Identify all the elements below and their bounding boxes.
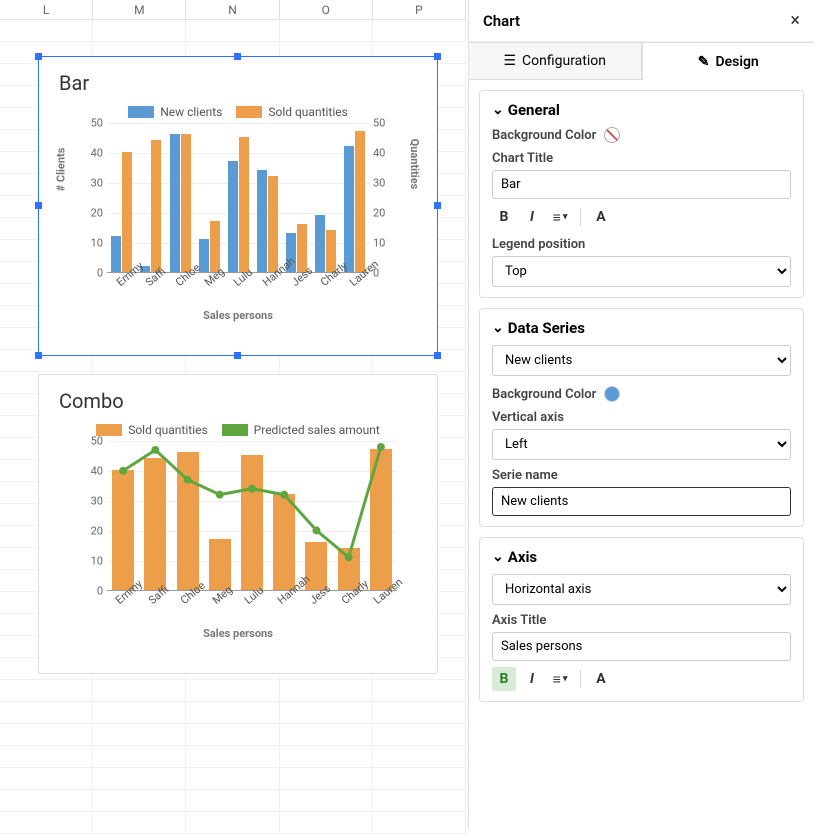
y-axis-label: # Clients (55, 148, 68, 192)
legend-label: Predicted sales amount (254, 423, 380, 437)
vaxis-label: Vertical axis (492, 410, 791, 425)
tab-design[interactable]: ✎ Design (642, 42, 814, 80)
chart-title: Combo (39, 375, 437, 419)
italic-button[interactable]: I (520, 205, 544, 229)
panel-tabs: ☰ Configuration ✎ Design (469, 42, 814, 80)
tab-label: Configuration (522, 53, 606, 69)
serie-name-input[interactable] (492, 487, 791, 516)
align-button[interactable]: ≡▾ (548, 205, 572, 229)
panel-header: Chart × (469, 0, 814, 42)
axis-select[interactable]: Horizontal axis (492, 574, 791, 605)
col-header[interactable]: P (373, 0, 466, 19)
resize-handle[interactable] (434, 202, 441, 209)
section-axis: Axis Horizontal axis Axis Title B I ≡▾ A (479, 537, 804, 702)
section-toggle[interactable]: Data Series (492, 319, 791, 337)
resize-handle[interactable] (434, 352, 441, 359)
text-format-toolbar: B I ≡▾ A (492, 205, 791, 229)
legend-pos-select[interactable]: Top (492, 256, 791, 287)
chart-title: Bar (39, 57, 437, 101)
col-header[interactable]: N (186, 0, 279, 19)
panel-title: Chart (483, 12, 520, 30)
resize-handle[interactable] (234, 53, 241, 60)
spreadsheet-grid[interactable]: L M N O P Bar New clients Sold quantitie… (0, 0, 466, 830)
chart-title-input[interactable] (492, 170, 791, 199)
chart-plot-area: 01020304050 EmmySaffiChloeMegLuluHannahJ… (59, 441, 417, 591)
align-button[interactable]: ≡▾ (548, 667, 572, 691)
text-color-button[interactable]: A (589, 205, 613, 229)
section-data-series: Data Series New clients Background Color… (479, 308, 804, 527)
x-axis-label: Sales persons (39, 309, 437, 322)
col-header[interactable]: L (0, 0, 93, 19)
text-format-toolbar: B I ≡▾ A (492, 667, 791, 691)
series-bg-label: Background Color (492, 387, 596, 402)
resize-handle[interactable] (35, 53, 42, 60)
col-header[interactable]: M (93, 0, 186, 19)
chart-side-panel: Chart × ☰ Configuration ✎ Design General… (468, 0, 814, 830)
legend-label: Sold quantities (128, 423, 207, 437)
serie-name-label: Serie name (492, 468, 791, 483)
col-header[interactable]: O (280, 0, 373, 19)
resize-handle[interactable] (35, 202, 42, 209)
legend-pos-label: Legend position (492, 237, 791, 252)
brush-icon: ✎ (698, 54, 710, 70)
resize-handle[interactable] (35, 352, 42, 359)
chart-bar[interactable]: Bar New clients Sold quantities # Client… (38, 56, 438, 356)
legend-label: New clients (160, 105, 222, 119)
legend-label: Sold quantities (268, 105, 347, 119)
sliders-icon: ☰ (503, 53, 516, 69)
chart-title-label: Chart Title (492, 151, 791, 166)
panel-body: General Background Color Chart Title B I… (469, 80, 814, 830)
section-general: General Background Color Chart Title B I… (479, 90, 804, 298)
bold-button[interactable]: B (492, 205, 516, 229)
bold-button[interactable]: B (492, 667, 516, 691)
chart-combo[interactable]: Combo Sold quantities Predicted sales am… (38, 374, 438, 674)
axis-title-input[interactable] (492, 632, 791, 661)
bg-color-label: Background Color (492, 128, 596, 143)
tab-label: Design (715, 54, 758, 70)
italic-button[interactable]: I (520, 667, 544, 691)
resize-handle[interactable] (234, 352, 241, 359)
vaxis-select[interactable]: Left (492, 429, 791, 460)
y2-axis-label: Quantities (409, 139, 422, 190)
close-icon[interactable]: × (790, 10, 800, 31)
column-headers: L M N O P (0, 0, 466, 20)
section-toggle[interactable]: Axis (492, 548, 791, 566)
section-toggle[interactable]: General (492, 101, 791, 119)
x-axis-label: Sales persons (39, 627, 437, 640)
resize-handle[interactable] (434, 53, 441, 60)
tab-configuration[interactable]: ☰ Configuration (469, 42, 642, 80)
color-chip-blue[interactable] (604, 386, 620, 402)
color-chip-none[interactable] (604, 127, 620, 143)
chart-plot-area: # Clients Quantities 01020304050 0102030… (59, 123, 417, 273)
text-color-button[interactable]: A (589, 667, 613, 691)
axis-title-label: Axis Title (492, 613, 791, 628)
series-select[interactable]: New clients (492, 345, 791, 376)
